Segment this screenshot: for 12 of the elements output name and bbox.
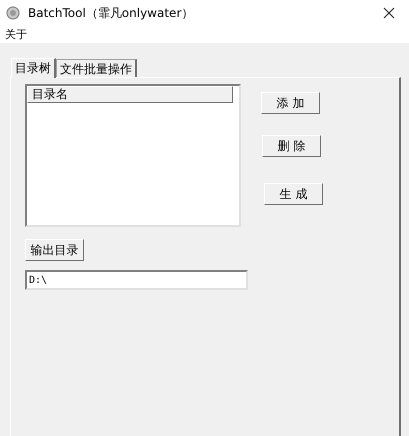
window-title: BatchTool（霏凡onlywater）	[28, 4, 194, 22]
tab[interactable]: 文件批量操作	[56, 59, 137, 77]
action-button[interactable]: 删 除	[262, 135, 321, 157]
output-path-field[interactable]: D:\	[25, 270, 248, 290]
app-icon	[6, 6, 20, 20]
tab[interactable]: 目录树	[11, 58, 56, 78]
output-directory-button[interactable]: 输出目录	[25, 239, 84, 261]
menu-item[interactable]: 关于	[5, 27, 27, 42]
close-icon[interactable]	[383, 7, 395, 19]
action-button[interactable]: 生 成	[264, 183, 323, 205]
action-button[interactable]: 添 加	[261, 92, 320, 114]
column-header[interactable]: 目录名	[27, 86, 233, 103]
